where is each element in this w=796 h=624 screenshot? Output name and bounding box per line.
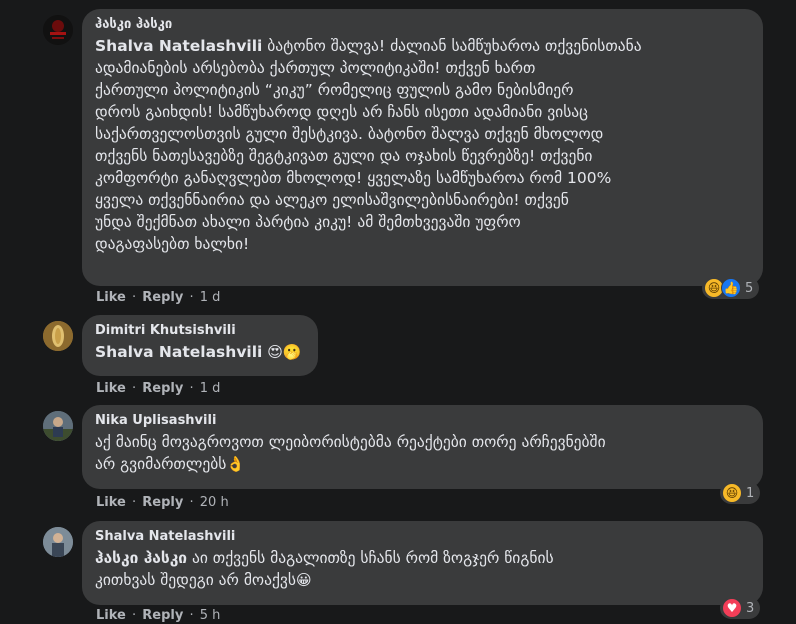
timestamp[interactable]: 1 d: [200, 290, 221, 305]
comment-text: Shalva Natelashvili 😍🫢: [95, 341, 305, 363]
mention-link[interactable]: Shalva Natelashvili: [95, 37, 262, 55]
emoji: 👌: [226, 455, 246, 473]
separator: ·: [189, 290, 194, 305]
comment-author[interactable]: ჰასკი ჰასკი: [95, 16, 750, 33]
reaction-count: 3: [746, 600, 755, 616]
reaction-summary[interactable]: 😆 👍 5: [702, 277, 760, 299]
comment-author[interactable]: Dimitri Khutsishvili: [95, 322, 305, 339]
comment-actions: Like · Reply · 1 d: [96, 381, 220, 397]
comment-actions: Like · Reply · 5 h: [96, 608, 220, 624]
mention-link[interactable]: ჰასკი ჰასკი: [95, 549, 187, 567]
separator: ·: [132, 381, 137, 396]
reply-button[interactable]: Reply: [142, 495, 183, 510]
like-icon: 👍: [721, 278, 741, 298]
timestamp[interactable]: 1 d: [200, 381, 221, 396]
like-button[interactable]: Like: [96, 381, 126, 396]
comment-actions: Like · Reply · 1 d: [96, 290, 220, 306]
separator: ·: [132, 495, 137, 510]
avatar-image: [43, 527, 73, 557]
avatar-image: [43, 15, 73, 45]
avatar[interactable]: [43, 15, 73, 45]
comment-text: ჰასკი ჰასკი აი თქვენს მაგალითზე სჩანს რო…: [95, 549, 554, 589]
comment-bubble: ჰასკი ჰასკი Shalva Natelashvili ბატონო შ…: [82, 9, 763, 286]
comment-text: Shalva Natelashvili ბატონო შალვა! ძალიან…: [95, 37, 642, 253]
love-icon: ♥: [722, 598, 742, 618]
comment-author[interactable]: Nika Uplisashvili: [95, 412, 750, 429]
avatar[interactable]: [43, 527, 73, 557]
like-button[interactable]: Like: [96, 495, 126, 510]
reaction-count: 1: [746, 485, 755, 501]
reaction-summary[interactable]: ♥ 3: [720, 597, 761, 619]
haha-icon: 😆: [722, 483, 742, 503]
comment-bubble: Shalva Natelashvili ჰასკი ჰასკი აი თქვენ…: [82, 521, 763, 605]
avatar-image: [43, 411, 73, 441]
reply-button[interactable]: Reply: [142, 381, 183, 396]
separator: ·: [189, 495, 194, 510]
separator: ·: [132, 290, 137, 305]
comment-actions: Like · Reply · 20 h: [96, 495, 229, 511]
avatar-image: [43, 321, 73, 351]
timestamp[interactable]: 20 h: [200, 495, 229, 510]
reaction-summary[interactable]: 😆 1: [720, 482, 761, 504]
mention-link[interactable]: Shalva Natelashvili: [95, 343, 262, 361]
emoji: 😍🫢: [267, 343, 302, 361]
reply-button[interactable]: Reply: [142, 290, 183, 305]
comment-author[interactable]: Shalva Natelashvili: [95, 528, 750, 545]
comment-bubble: Nika Uplisashvili აქ მაინც მოვაგროვოთ ლე…: [82, 405, 763, 489]
emoji: 😀: [295, 571, 312, 589]
reaction-count: 5: [745, 280, 754, 296]
avatar[interactable]: [43, 411, 73, 441]
like-button[interactable]: Like: [96, 290, 126, 305]
comment-bubble: Dimitri Khutsishvili Shalva Natelashvili…: [82, 315, 318, 376]
comment-text: აქ მაინც მოვაგროვოთ ლეიბორისტებმა რეაქტე…: [95, 433, 606, 473]
avatar[interactable]: [43, 321, 73, 351]
separator: ·: [189, 381, 194, 396]
